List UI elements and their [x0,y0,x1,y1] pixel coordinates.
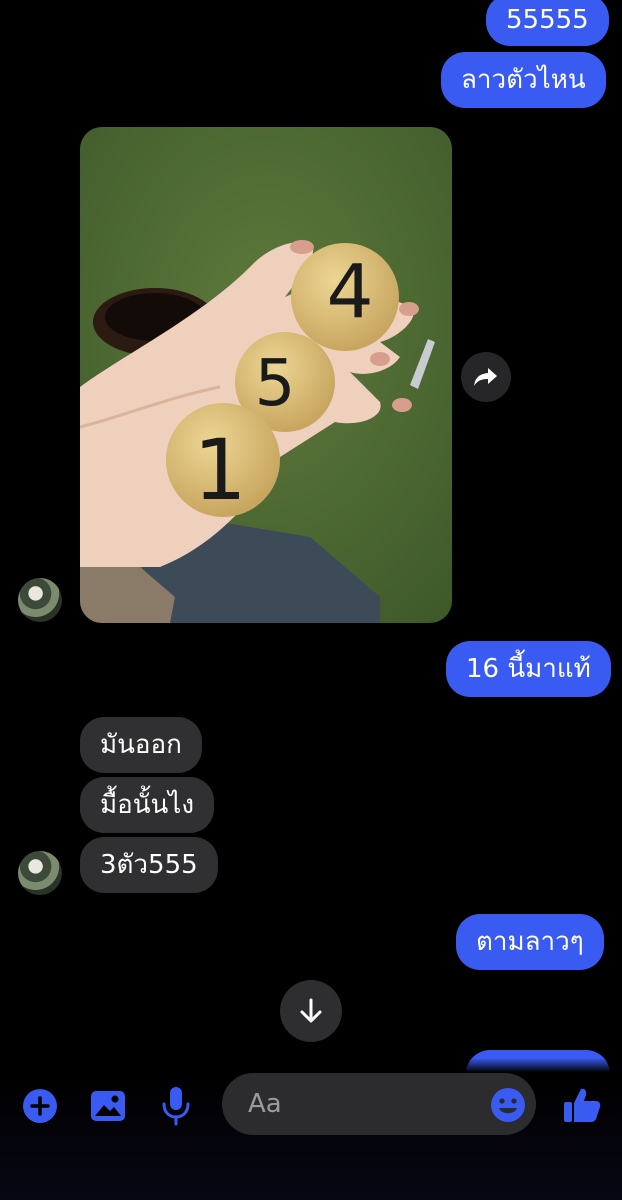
received-message-1-text: มันออก [100,730,182,760]
photo-image: 4 5 1 [80,127,452,623]
voice-button[interactable] [156,1084,196,1128]
emoji-icon [491,1088,525,1122]
received-message-1[interactable]: มันออก [80,717,202,773]
received-message-3-text: 3ตัว555 [100,850,198,880]
emoji-button[interactable] [488,1085,528,1125]
sent-message-3-text: 16 นี้มาแท้ [466,654,591,684]
sent-message-3[interactable]: 16 นี้มาแท้ [446,641,611,697]
received-message-2[interactable]: มื้อนั้นไง [80,777,215,833]
contact-avatar[interactable] [18,578,62,622]
sent-message-4[interactable]: ตามลาวๆ [456,914,604,970]
forward-icon [474,368,497,386]
message-input-placeholder: Aa [248,1089,282,1119]
like-button[interactable] [560,1083,604,1127]
image-icon [91,1091,125,1121]
shared-photo[interactable]: 4 5 1 [80,127,452,623]
gallery-button[interactable] [88,1086,128,1126]
ball-number-1: 1 [193,421,246,519]
sent-message-4-text: ตามลาวๆ [476,927,584,957]
microphone-icon [162,1087,190,1126]
ball-number-5: 5 [255,347,296,421]
plus-icon [23,1089,57,1123]
contact-avatar-2[interactable] [18,851,62,895]
received-message-2-text: มื้อนั้นไง [100,790,195,820]
sent-message-1[interactable]: 55555 [486,0,609,46]
sent-message-2-text: ลาวตัวไหน [461,65,586,95]
received-message-3[interactable]: 3ตัว555 [80,837,218,893]
add-button[interactable] [20,1086,60,1126]
ball-number-4: 4 [326,249,373,335]
arrow-down-icon [300,998,322,1023]
scroll-to-bottom-button[interactable] [280,980,342,1042]
sent-message-1-text: 55555 [506,5,589,35]
thumbs-up-icon [564,1088,601,1122]
forward-button[interactable] [461,352,511,402]
sent-message-2[interactable]: ลาวตัวไหน [441,52,606,108]
